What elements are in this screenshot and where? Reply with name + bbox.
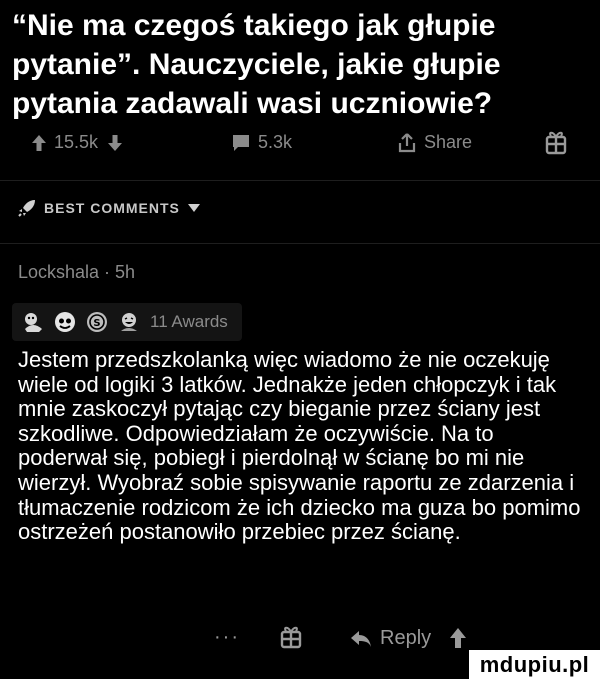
- comment-awards[interactable]: S 11 Awards: [12, 303, 242, 341]
- reply-label: Reply: [380, 627, 432, 649]
- awards-count-label: 11 Awards: [150, 312, 228, 331]
- laughing-award-icon: [118, 311, 140, 333]
- comment-sort-label: BEST COMMENTS: [44, 200, 180, 216]
- divider: [0, 180, 600, 181]
- gift-icon[interactable]: [280, 625, 302, 649]
- caret-down-icon: [187, 204, 200, 212]
- silver-award-icon: S: [86, 311, 108, 333]
- share-button[interactable]: Share: [398, 132, 472, 153]
- downvote-arrow-icon[interactable]: [108, 134, 123, 151]
- comment-author-line[interactable]: Lockshala · 5h: [18, 262, 135, 283]
- share-label: Share: [424, 132, 473, 152]
- reply-button[interactable]: Reply: [350, 627, 431, 650]
- vote-group: 15.5k: [32, 132, 123, 153]
- post-title: “Nie ma czegoś takiego jak głupie pytani…: [12, 9, 501, 120]
- post-actions-bar: 15.5k 5.3k Share: [0, 124, 600, 164]
- wholesome-award-icon: [22, 311, 44, 333]
- award-button[interactable]: [545, 129, 567, 155]
- comments-button[interactable]: 5.3k: [232, 132, 292, 153]
- comment-bubble-icon: [232, 134, 250, 152]
- gift-icon: [545, 129, 567, 155]
- svg-text:S: S: [93, 318, 100, 329]
- upvote-arrow-icon[interactable]: [32, 134, 46, 151]
- comment-body: Jestem przedszkolanką więc wiadomo że ni…: [18, 347, 581, 545]
- comment-sort-dropdown[interactable]: BEST COMMENTS: [18, 199, 200, 217]
- rocket-icon: [18, 199, 36, 217]
- upvote-count: 15.5k: [54, 132, 99, 152]
- share-icon: [398, 132, 416, 153]
- helpful-award-icon: [54, 311, 76, 333]
- divider: [0, 243, 600, 244]
- comment-count: 5.3k: [258, 132, 293, 152]
- site-watermark: mdupiu.pl: [469, 650, 600, 679]
- more-options-button[interactable]: ···: [214, 626, 240, 649]
- reply-arrow-icon: [350, 630, 372, 648]
- comment-upvote-arrow-icon[interactable]: [450, 628, 466, 648]
